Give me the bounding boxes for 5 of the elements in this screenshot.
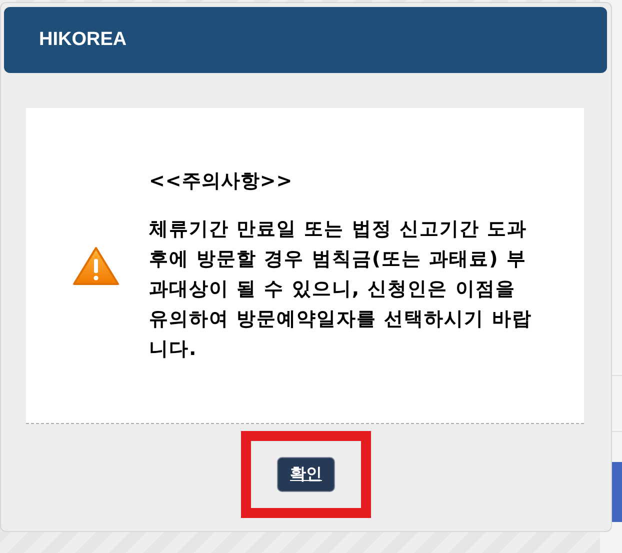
notice-message: 체류기간 만료일 또는 법정 신고기간 도과 후에 방문할 경우 범칙금(또는 과태료) 부과대상이 될 수 있으니, 신청인은 이점을 유의하여 방문예약일자를 선택하시기 바랍니다. <box>149 216 533 362</box>
warning-icon <box>73 246 119 286</box>
notice-heading: <<주의사항>> <box>149 168 294 194</box>
confirm-button[interactable]: 확인 <box>277 457 335 492</box>
dialog-title: HIKOREA <box>39 29 127 51</box>
